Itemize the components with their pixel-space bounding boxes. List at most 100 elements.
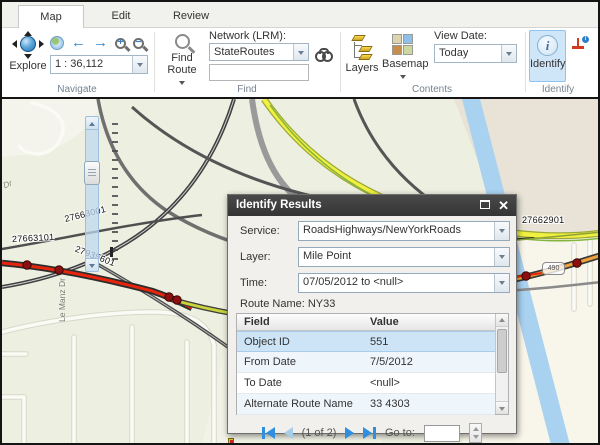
goto-spinner[interactable] [469,423,482,443]
maximize-icon[interactable] [480,200,490,209]
explore-label: Explore [8,60,48,72]
magnifier-icon [175,34,190,49]
layers-icon [349,34,375,60]
zoom-slider-up-button[interactable] [85,116,99,130]
dialog-titlebar[interactable]: Identify Results ✕ [228,195,516,216]
chevron-down-icon[interactable] [494,274,509,292]
explore-button[interactable]: Explore [8,33,48,77]
layers-button[interactable]: Layers [344,33,380,91]
street-label: Le Manz Dr [57,268,67,332]
find-route-button[interactable]: Find Route [160,32,204,92]
chevron-down-icon[interactable] [494,222,509,240]
contents-group-label: Contents [387,84,477,95]
group-separator [154,32,155,92]
identify-route-location-icon[interactable]: i [572,36,589,51]
find-route-label-line2: Route [160,64,204,76]
cell-value: <null> [370,377,400,389]
zoom-in-icon[interactable]: + [115,38,126,49]
layer-combobox[interactable]: Mile Point [298,247,510,267]
service-row: Service: RoadsHighways/NewYorkRoads [240,221,504,241]
time-combobox[interactable]: 07/05/2012 to <null> [298,273,510,293]
pagination-bar: (1 of 2) Go to: [228,419,516,445]
next-page-button[interactable] [345,427,354,439]
route-shield: 490 [542,262,565,275]
chevron-down-icon [179,81,185,85]
tab-map[interactable]: Map [18,5,84,29]
dialog-title: Identify Results [236,199,322,211]
navigate-toolbar: ← → + − [50,34,144,52]
time-row: Time: 07/05/2012 to <null> [240,273,504,293]
chevron-down-icon[interactable] [501,45,516,62]
goto-label: Go to: [385,427,415,439]
forward-extent-icon[interactable]: → [93,36,108,50]
cell-field: From Date [244,356,296,368]
group-separator [340,32,341,92]
map-scale-value: 1 : 36,112 [55,58,103,70]
scrollbar-thumb[interactable] [497,329,507,373]
zoom-slider-down-button[interactable] [85,258,99,272]
chevron-down-icon [400,75,406,79]
scroll-down-icon[interactable] [496,401,508,414]
find-group-label: Find [202,84,292,95]
table-row[interactable]: Alternate Route Name 33 4303 [237,394,495,415]
back-extent-icon[interactable]: ← [71,36,86,50]
cell-field: To Date [244,377,282,389]
last-page-button[interactable] [363,427,376,439]
layer-value: Mile Point [303,250,351,262]
network-lrm-combobox[interactable]: StateRoutes [209,43,309,61]
table-row-selected[interactable]: Object ID 551 [237,331,495,352]
map-label-route-id: 27662901 [522,215,564,225]
zoom-slider-track[interactable] [85,116,99,272]
previous-page-button[interactable] [284,427,293,439]
network-lrm-label: Network (LRM): [209,30,286,42]
first-page-button[interactable] [262,427,275,439]
ribbon: Explore ← → + − 1 : 36,112 Navigate Find… [2,28,598,97]
view-date-value: Today [439,47,468,59]
full-extent-globe-icon[interactable] [50,36,64,50]
route-input-field[interactable] [209,64,309,81]
zoom-out-icon[interactable]: − [133,38,144,49]
goto-page-input[interactable] [424,425,460,442]
identify-info-icon: i [537,35,558,56]
service-label: Service: [240,225,280,237]
route-name-text: Route Name: NY33 [240,298,335,310]
find-route-label-line1: Find [160,52,204,64]
service-value: RoadsHighways/NewYorkRoads [303,224,461,236]
tab-edit[interactable]: Edit [88,5,154,28]
binoculars-search-icon[interactable] [315,48,333,62]
identify-button[interactable]: i Identify [529,30,566,82]
time-label: Time: [240,277,267,289]
chevron-down-icon[interactable] [293,44,308,60]
cell-field: Object ID [244,336,290,348]
cell-value: 7/5/2012 [370,356,413,368]
explore-icon [15,33,41,57]
page-indicator: (1 of 2) [302,427,337,439]
zoom-slider-tick [110,247,113,257]
table-header: Field Value [237,314,495,331]
view-date-combobox[interactable]: Today [434,44,517,63]
basemap-icon [392,34,414,56]
scroll-up-icon[interactable] [496,314,508,327]
table-row[interactable]: To Date <null> [237,373,495,394]
attributes-table: Field Value Object ID 551 From Date 7/5/… [236,313,509,415]
value-column-header: Value [370,316,399,328]
zoom-slider-thumb[interactable] [84,161,100,185]
chevron-down-icon[interactable] [494,248,509,266]
cell-value: 33 4303 [370,398,410,410]
field-column-header: Field [244,316,270,328]
map-scale-combobox[interactable]: 1 : 36,112 [50,55,148,74]
cell-value: 551 [370,336,388,348]
tab-review[interactable]: Review [158,5,224,28]
cell-field: Alternate Route Name [244,398,353,410]
layers-label: Layers [344,62,380,74]
service-combobox[interactable]: RoadsHighways/NewYorkRoads [298,221,510,241]
ribbon-tabstrip: Map Edit Review [2,2,598,28]
close-icon[interactable]: ✕ [498,197,509,214]
table-row[interactable]: From Date 7/5/2012 [237,352,495,373]
table-scrollbar[interactable] [495,314,508,414]
group-separator [525,32,526,92]
layer-label: Layer: [240,251,271,263]
identify-label: Identify [530,58,565,70]
view-date-label: View Date: [434,30,487,42]
chevron-down-icon[interactable] [132,56,147,73]
